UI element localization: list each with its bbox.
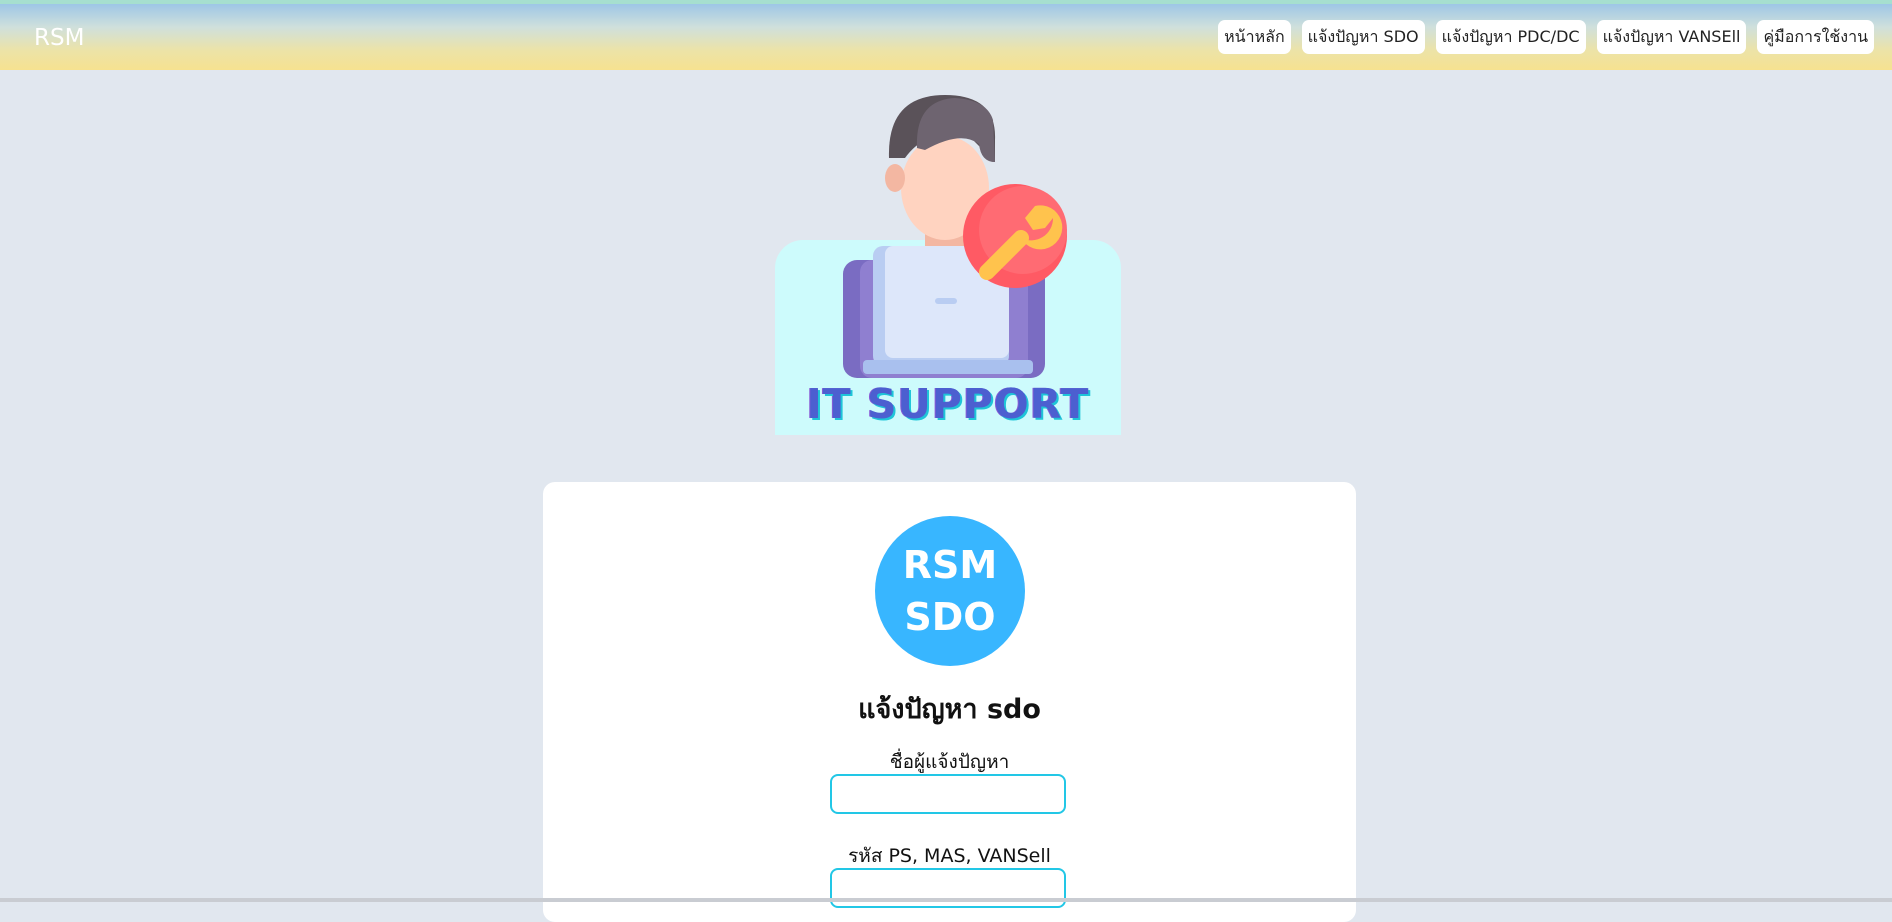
- logo-line-rsm: RSM: [902, 543, 998, 587]
- logo-line-sdo: SDO: [904, 595, 996, 639]
- user-code-label: รหัส PS, MAS, VANSell: [848, 845, 1051, 867]
- report-form-card: RSM SDO แจ้งปัญหา sdo ชื่อผู้แจ้งปัญหา ร…: [543, 482, 1356, 922]
- reporter-name-label: ชื่อผู้แจ้งปัญหา: [889, 751, 1010, 773]
- support-person-icon: [843, 95, 1067, 378]
- it-support-banner: IT SUPPORT: [775, 90, 1121, 435]
- brand-logo[interactable]: RSM: [34, 24, 84, 52]
- nav-report-pdc-dc-button[interactable]: แจ้งปัญหา PDC/DC: [1435, 20, 1586, 54]
- nav-home-button[interactable]: หน้าหลัก: [1218, 20, 1291, 54]
- form-title: แจ้งปัญหา sdo: [858, 694, 1041, 725]
- navbar: RSM หน้าหลัก แจ้งปัญหา SDO แจ้งปัญหา PDC…: [0, 4, 1892, 70]
- horizontal-scrollbar[interactable]: [0, 898, 1892, 902]
- nav-report-sdo-button[interactable]: แจ้งปัญหา SDO: [1301, 20, 1425, 54]
- rsm-sdo-logo: RSM SDO: [875, 516, 1025, 666]
- user-code-input[interactable]: [830, 868, 1066, 908]
- reporter-name-input[interactable]: [830, 774, 1066, 814]
- nav-links: หน้าหลัก แจ้งปัญหา SDO แจ้งปัญหา PDC/DC …: [1218, 20, 1874, 54]
- it-support-text: IT SUPPORT: [806, 380, 1090, 428]
- nav-report-vansell-button[interactable]: แจ้งปัญหา VANSEll: [1596, 20, 1747, 54]
- wrench-badge-icon: [963, 184, 1067, 288]
- nav-manual-button[interactable]: คู่มือการใช้งาน: [1757, 20, 1874, 54]
